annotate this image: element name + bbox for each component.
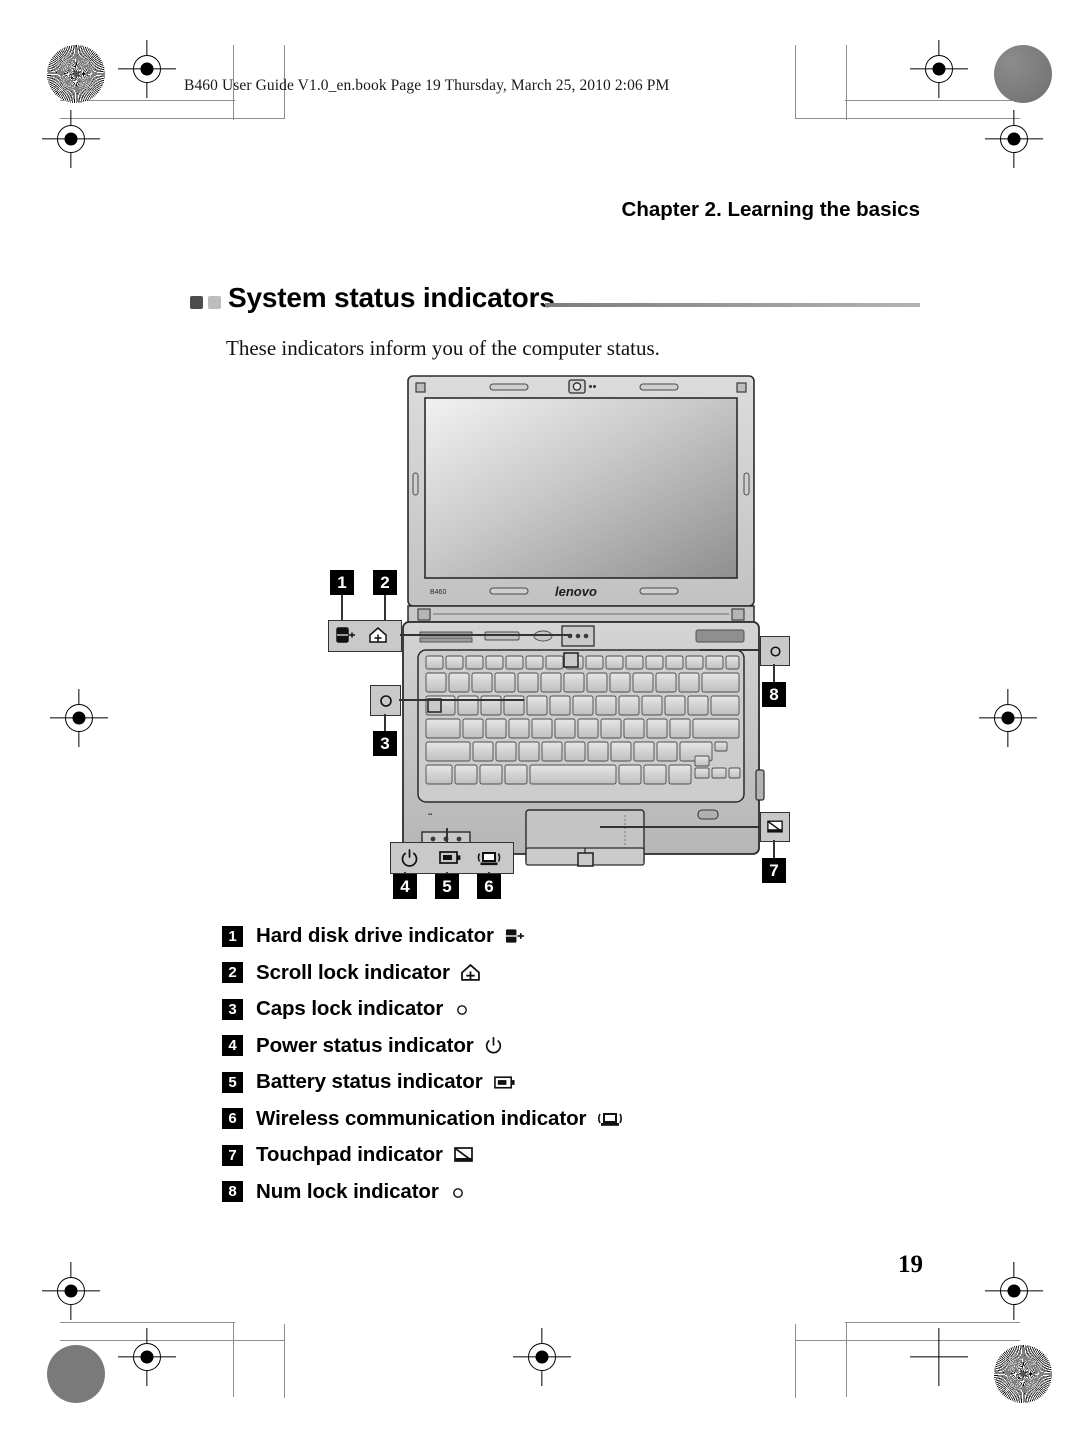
list-item: 3 Caps lock indicator: [222, 991, 922, 1028]
registration-mark-top-left: [124, 46, 170, 92]
registration-circle-top-right: [994, 45, 1052, 103]
registration-mark-left-upper: [48, 116, 94, 162]
list-item-label-6: Wireless communication indicator: [256, 1106, 587, 1130]
callout-number-2: 2: [373, 570, 397, 595]
book-file-header: B460 User Guide V1.0_en.book Page 19 Thu…: [184, 77, 670, 94]
callout-iconbox-4-5-6: [390, 842, 514, 874]
callout-number-6: 6: [477, 874, 501, 899]
list-item-number-5: 5: [222, 1071, 243, 1093]
hard-disk-icon: [505, 928, 526, 944]
callout-iconbox-3: [370, 685, 401, 716]
callout-leader-456: [446, 828, 448, 842]
list-item: 5 Battery status indicator: [222, 1064, 922, 1101]
callout-number-1: 1: [330, 570, 354, 595]
callout-iconbox-7: [760, 812, 790, 842]
caps-lock-icon: [454, 1001, 470, 1017]
page-number: 19: [898, 1251, 923, 1278]
callout-icons-hdd-scrolllock: [336, 627, 387, 643]
registration-mark-right-lower: [991, 1268, 1037, 1314]
svg-text:B460: B460: [430, 589, 446, 596]
registration-mark-bottom-left: [124, 1334, 170, 1380]
callout-leader-2: [384, 595, 386, 620]
callout-connector-1-2: [400, 634, 572, 636]
callout-number-3: 3: [373, 731, 397, 756]
registration-mark-left-lower: [48, 1268, 94, 1314]
callout-leader-1: [341, 595, 343, 620]
callout-leader-8: [773, 664, 775, 682]
list-item-number-6: 6: [222, 1108, 243, 1130]
indicator-list: 1 Hard disk drive indicator 2 Scroll loc…: [222, 918, 922, 1210]
callout-leader-3: [384, 714, 386, 731]
chapter-running-head: Chapter 2. Learning the basics: [621, 198, 920, 221]
list-item: 6 Wireless communication indicator: [222, 1101, 922, 1138]
touchpad-icon: [454, 1147, 474, 1163]
heading-bullets: [190, 296, 221, 309]
registration-mark-bottom-center: [519, 1334, 565, 1380]
battery-icon: [493, 1075, 516, 1089]
callout-number-4: 4: [393, 874, 417, 899]
section-intro-text: These indicators inform you of the compu…: [226, 336, 660, 360]
list-item-label-4: Power status indicator: [256, 1033, 474, 1057]
callout-icons-power-battery-wireless: [401, 849, 501, 867]
callout-iconbox-1-2: [328, 620, 402, 652]
callout-number-7: 7: [762, 858, 786, 883]
callout-connector-7: [600, 826, 760, 828]
num-lock-icon-figure: [769, 645, 781, 657]
list-item: 7 Touchpad indicator: [222, 1137, 922, 1174]
bullet-square-light: [208, 296, 221, 309]
list-item-number-2: 2: [222, 962, 243, 984]
power-icon: [485, 1037, 502, 1054]
registration-mark-top-right: [916, 46, 962, 92]
bullet-square-dark: [190, 296, 203, 309]
svg-text:▪▪: ▪▪: [428, 812, 432, 818]
registration-starburst-bottom-right: [994, 1345, 1052, 1403]
list-item-number-7: 7: [222, 1144, 243, 1166]
heading-rule: [545, 303, 920, 307]
callout-number-5: 5: [435, 874, 459, 899]
list-item-number-1: 1: [222, 925, 243, 947]
list-item-label-1: Hard disk drive indicator: [256, 924, 494, 948]
registration-circle-bottom-left: [47, 1345, 105, 1403]
section-heading: System status indicators: [190, 282, 920, 328]
list-item-label-2: Scroll lock indicator: [256, 960, 450, 984]
list-item: 4 Power status indicator: [222, 1028, 922, 1065]
list-item: 2 Scroll lock indicator: [222, 955, 922, 992]
registration-mark-left-middle: [56, 695, 102, 741]
registration-mark-bottom-right: [916, 1334, 962, 1380]
registration-mark-right-middle: [985, 695, 1031, 741]
list-item: 8 Num lock indicator: [222, 1174, 922, 1211]
list-item-label-8: Num lock indicator: [256, 1179, 439, 1203]
list-item-number-3: 3: [222, 998, 243, 1020]
list-item-label-3: Caps lock indicator: [256, 997, 444, 1021]
page-title: System status indicators: [228, 282, 555, 313]
callout-leader-7: [773, 840, 775, 858]
callout-connector-3: [399, 699, 524, 701]
num-lock-icon: [450, 1184, 466, 1200]
touchpad-icon-figure: [767, 820, 783, 833]
svg-text:lenovo: lenovo: [555, 584, 597, 599]
scroll-lock-icon: [461, 964, 480, 982]
caps-lock-icon-figure: [379, 694, 392, 707]
registration-mark-right-upper: [991, 116, 1037, 162]
list-item-number-4: 4: [222, 1035, 243, 1057]
list-item: 1 Hard disk drive indicator: [222, 918, 922, 955]
callout-iconbox-8: [760, 636, 790, 666]
callout-connector-8: [700, 649, 760, 651]
list-item-number-8: 8: [222, 1181, 243, 1203]
list-item-label-7: Touchpad indicator: [256, 1143, 443, 1167]
wireless-icon: [597, 1110, 623, 1128]
list-item-label-5: Battery status indicator: [256, 1070, 483, 1094]
registration-starburst-top-left: [47, 45, 105, 103]
callout-number-8: 8: [762, 682, 786, 707]
document-page: B460 User Guide V1.0_en.book Page 19 Thu…: [0, 0, 1080, 1436]
